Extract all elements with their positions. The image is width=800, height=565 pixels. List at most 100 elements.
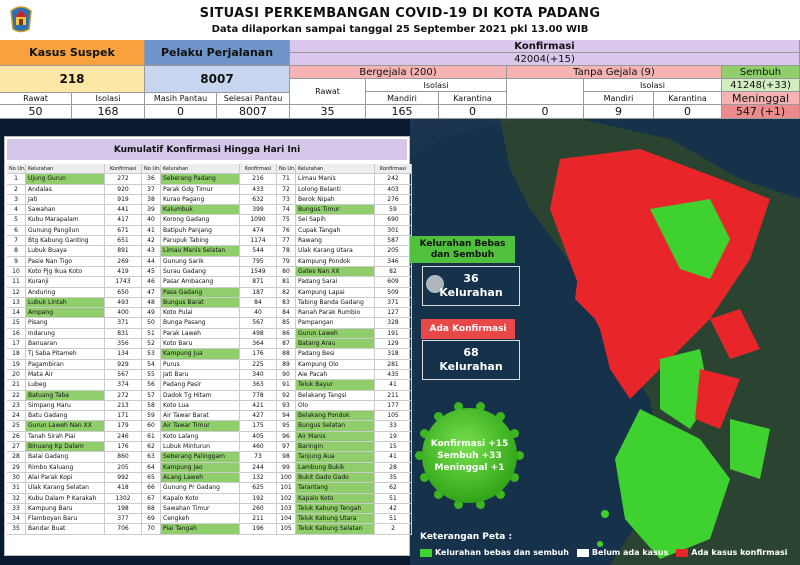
konfirmasi-count-box: 68 Kelurahan <box>422 340 520 380</box>
table-row: 16 Indarung 831 <box>7 328 142 340</box>
row-konfirmasi: 400 <box>105 308 142 319</box>
row-kelurahan: Ujung Gurun <box>26 174 105 185</box>
row-number: 27 <box>7 442 26 453</box>
table-row: 40 Korong Gadang 1090 <box>142 215 277 226</box>
row-kelurahan: Lolong Belanti <box>296 184 375 195</box>
row-number: 15 <box>7 318 26 329</box>
table-row: 103 Teluk Kabung Tengah 42 <box>277 503 412 515</box>
row-konfirmasi: 650 <box>105 287 142 298</box>
row-konfirmasi: 371 <box>375 297 412 309</box>
meninggal-value: 547 (+1) <box>722 105 800 119</box>
row-kelurahan: Tabing Banda Gadang <box>296 297 375 309</box>
row-number: 45 <box>142 266 161 278</box>
row-kelurahan: Air Tawar Timur <box>161 421 240 432</box>
row-konfirmasi: 567 <box>105 369 142 381</box>
row-number: 65 <box>142 472 161 484</box>
row-kelurahan: Sawahan <box>26 205 105 216</box>
table-row: 89 Kampung Olo 281 <box>277 359 412 370</box>
virus-konfirmasi: Konfirmasi +15 <box>430 438 509 449</box>
row-number: 69 <box>142 514 161 525</box>
table-row: 63 Seberang Palinggam 73 <box>142 452 277 463</box>
row-kelurahan: Koto Lalang <box>161 431 240 443</box>
row-kelurahan: Ulak Karang Utara <box>296 246 375 257</box>
row-number: 80 <box>277 266 296 278</box>
row-number: 7 <box>7 236 26 247</box>
table-row: 94 Belakang Pondok 105 <box>277 411 412 422</box>
legend-label-ada: Ada kasus konfirmasi <box>691 548 788 557</box>
virus-sembuh: Sembuh +33 <box>437 450 502 461</box>
row-konfirmasi: 831 <box>105 328 142 340</box>
table-row: 31 Ulak Karang Selatan 418 <box>7 483 142 494</box>
row-kelurahan: Dadok Tg Hitam <box>161 390 240 401</box>
row-konfirmasi: 318 <box>375 349 412 360</box>
row-konfirmasi: 544 <box>240 246 277 257</box>
row-number: 46 <box>142 277 161 288</box>
sembuh-value: 41248(+33) <box>722 79 800 92</box>
table-row: 14 Ampang 400 <box>7 308 142 319</box>
virus-icon: Konfirmasi +15 Sembuh +33 Meninggal +1 <box>422 408 517 503</box>
table-row: 46 Pasar Ambacang 871 <box>142 277 277 288</box>
row-kelurahan: Bandar Buat <box>26 524 105 535</box>
table-row: 1 Ujung Gurun 272 <box>7 174 142 185</box>
table-row: 34 Flamboyan Baru 377 <box>7 514 142 525</box>
bergejala-label: Bergejala (200) <box>290 66 507 79</box>
row-kelurahan: Gunung Pr Gadang <box>161 483 240 494</box>
bergejala-rawat-label: Rawat <box>290 79 366 105</box>
row-kelurahan: Teluk Kabung Selatan <box>296 524 375 535</box>
row-number: 4 <box>7 205 26 216</box>
row-number: 22 <box>7 390 26 401</box>
row-kelurahan: Lubeg <box>26 380 105 391</box>
row-konfirmasi: 179 <box>105 421 142 432</box>
table-row: 84 Ranah Parak Rumbio 127 <box>277 308 412 319</box>
table-row: 95 Bungus Selatan 33 <box>277 421 412 432</box>
row-konfirmasi: 272 <box>105 174 142 185</box>
table-row: 4 Sawahan 441 <box>7 205 142 216</box>
row-konfirmasi: 225 <box>240 359 277 370</box>
row-number: 31 <box>7 483 26 494</box>
row-konfirmasi: 1090 <box>240 215 277 226</box>
kasus-suspek-total: 218 <box>0 66 145 93</box>
row-konfirmasi: 567 <box>240 318 277 329</box>
row-kelurahan: Seberang Padang <box>161 174 240 185</box>
table-row: 80 Gates Nan XX 82 <box>277 266 412 278</box>
table-row: 47 Pasa Gadang 187 <box>142 287 277 298</box>
table-row: 101 Tarantang 62 <box>277 483 412 494</box>
row-konfirmasi: 205 <box>105 462 142 473</box>
row-konfirmasi: 216 <box>240 174 277 185</box>
row-konfirmasi: 59 <box>375 205 412 216</box>
row-konfirmasi: 171 <box>105 411 142 422</box>
table-row: 17 Banuaran 356 <box>7 339 142 350</box>
table-row: 53 Kampung Jua 176 <box>142 349 277 360</box>
row-kelurahan: Kubu Marapalam <box>26 215 105 226</box>
row-number: 10 <box>7 266 26 278</box>
row-konfirmasi: 1549 <box>240 266 277 278</box>
table-header-row: No UrutKelurahanKonfirmasi <box>277 164 412 175</box>
row-kelurahan: Parak Gdg Timur <box>161 184 240 195</box>
row-konfirmasi: 433 <box>240 184 277 195</box>
row-kelurahan: Banuaran <box>26 339 105 350</box>
row-kelurahan: Teluk Bayur <box>296 380 375 391</box>
row-number: 50 <box>142 318 161 329</box>
row-number: 103 <box>277 503 296 515</box>
row-konfirmasi: 35 <box>375 472 412 484</box>
row-konfirmasi: 399 <box>240 205 277 216</box>
row-konfirmasi: 363 <box>240 380 277 391</box>
row-konfirmasi: 175 <box>240 421 277 432</box>
row-number: 83 <box>277 297 296 309</box>
table-row: 59 Air Tawar Barat 427 <box>142 411 277 422</box>
row-kelurahan: Pagambiran <box>26 359 105 370</box>
table-row: 105 Teluk Kabung Selatan 2 <box>277 524 412 535</box>
table-row: 60 Air Tawar Timur 175 <box>142 421 277 432</box>
row-konfirmasi: 371 <box>105 318 142 329</box>
table-row: 7 Btg Kabung Ganting 651 <box>7 236 142 247</box>
row-kelurahan: Lambung Bukik <box>296 462 375 473</box>
table-row: 56 Padang Pasir 363 <box>142 380 277 391</box>
row-kelurahan: Kapalo Koto <box>296 493 375 504</box>
row-konfirmasi: 418 <box>105 483 142 494</box>
table-row: 32 Kubu Dalam P Karakah 1302 <box>7 493 142 504</box>
header-no: No Urut <box>142 164 161 175</box>
row-konfirmasi: 919 <box>105 194 142 206</box>
bebas-unit: Kelurahan <box>439 286 503 299</box>
row-number: 16 <box>7 328 26 340</box>
row-kelurahan: Koto Lua <box>161 400 240 412</box>
